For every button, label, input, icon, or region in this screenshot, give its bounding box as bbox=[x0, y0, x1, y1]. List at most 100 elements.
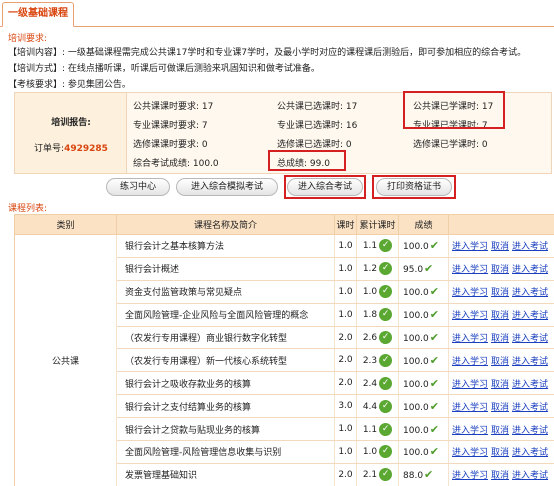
enter-exam-link[interactable]: 进入考试 bbox=[512, 380, 548, 390]
course-score: 100.0✔ bbox=[398, 326, 449, 350]
check-circle-icon: ✓ bbox=[379, 399, 393, 413]
course-score: 100.0✔ bbox=[398, 417, 449, 442]
order-number-value: 4929285 bbox=[64, 144, 108, 154]
course-score: 100.0✔ bbox=[398, 234, 449, 258]
cancel-link[interactable]: 取消 bbox=[491, 448, 509, 458]
cancel-link[interactable]: 取消 bbox=[491, 311, 509, 321]
course-name: （农发行专用课程）新一代核心系统转型 bbox=[116, 348, 335, 373]
enter-study-link[interactable]: 进入学习 bbox=[452, 448, 488, 458]
enter-exam-link[interactable]: 进入考试 bbox=[512, 334, 548, 344]
requirement-assessment: 【考核要求】: 参见集团公告。 bbox=[8, 77, 131, 90]
course-cumulative: 1.8 ✓ bbox=[356, 303, 399, 327]
enter-study-link[interactable]: 进入学习 bbox=[452, 426, 488, 436]
enter-study-link[interactable]: 进入学习 bbox=[452, 288, 488, 298]
enter-study-link[interactable]: 进入学习 bbox=[452, 265, 488, 275]
enter-study-link[interactable]: 进入学习 bbox=[452, 471, 488, 481]
check-circle-icon: ✓ bbox=[379, 308, 393, 322]
enter-exam-link[interactable]: 进入考试 bbox=[512, 265, 548, 275]
course-hours: 1.0 bbox=[334, 303, 357, 327]
score-value: 100.0 bbox=[403, 448, 429, 459]
course-actions: 进入学习 取消 进入考试 bbox=[448, 303, 554, 327]
course-score: 100.0✔ bbox=[398, 440, 449, 464]
score-value: 100.0 bbox=[403, 425, 429, 436]
cancel-link[interactable]: 取消 bbox=[491, 242, 509, 252]
table-row: 公共课 银行会计之基本核算方法 1.0 1.1 ✓ 100.0✔ 进入学习 取消 进入考试 bbox=[14, 234, 554, 486]
checkmark-icon: ✔ bbox=[429, 353, 439, 367]
score-value: 88.0 bbox=[403, 471, 424, 482]
public-required: 公共课课时要求: 17 bbox=[133, 102, 214, 112]
print-certificate-button[interactable]: 打印资格证书 bbox=[376, 178, 452, 196]
course-list-title: 课程列表: bbox=[8, 204, 48, 214]
enter-exam-link[interactable]: 进入考试 bbox=[512, 403, 548, 413]
col-score: 成绩 bbox=[398, 214, 449, 235]
cancel-link[interactable]: 取消 bbox=[491, 380, 509, 390]
practice-center-button[interactable]: 练习中心 bbox=[106, 178, 170, 196]
check-circle-icon: ✓ bbox=[379, 239, 393, 253]
order-number: 订单号:4929285 bbox=[15, 141, 127, 154]
check-circle-icon: ✓ bbox=[379, 468, 393, 482]
course-actions: 进入学习 取消 进入考试 bbox=[448, 417, 554, 442]
cumulative-value: 1.8 bbox=[362, 310, 378, 321]
public-selected: 公共课已选课时: 17 bbox=[277, 102, 358, 112]
course-name: 全面风险管理-风险管理信息收集与识别 bbox=[116, 440, 335, 464]
tab-basic-course[interactable]: 一级基础课程 bbox=[2, 2, 74, 27]
checkmark-icon: ✔ bbox=[429, 239, 439, 253]
course-cumulative: 2.1 ✓ bbox=[356, 463, 399, 486]
enter-study-link[interactable]: 进入学习 bbox=[452, 380, 488, 390]
enter-study-link[interactable]: 进入学习 bbox=[452, 242, 488, 252]
course-hours: 1.0 bbox=[334, 234, 357, 258]
cancel-link[interactable]: 取消 bbox=[491, 288, 509, 298]
mock-exam-button[interactable]: 进入综合模拟考试 bbox=[176, 178, 278, 196]
cancel-link[interactable]: 取消 bbox=[491, 471, 509, 481]
checkmark-icon: ✔ bbox=[429, 308, 439, 322]
enter-exam-link[interactable]: 进入考试 bbox=[512, 471, 548, 481]
enter-exam-link[interactable]: 进入考试 bbox=[512, 288, 548, 298]
course-actions: 进入学习 取消 进入考试 bbox=[448, 257, 554, 281]
course-hours: 2.0 bbox=[334, 348, 357, 373]
highlight-total-box bbox=[268, 150, 346, 171]
check-circle-icon: ✓ bbox=[379, 331, 393, 344]
course-hours: 1.0 bbox=[334, 257, 357, 281]
exam-score: 综合考试成绩: 100.0 bbox=[133, 159, 219, 169]
course-actions: 进入学习 取消 进入考试 bbox=[448, 463, 554, 486]
enter-exam-link[interactable]: 进入考试 bbox=[512, 426, 548, 436]
category-cell: 公共课 bbox=[14, 234, 117, 486]
score-value: 100.0 bbox=[403, 311, 429, 322]
course-score: 100.0✔ bbox=[398, 303, 449, 327]
requirement-method: 【培训方式】: 在线点播听课，听课后可做课后测验来巩固知识和做考试准备。 bbox=[8, 61, 320, 74]
elective-learned: 选修课已学课时: 0 bbox=[413, 140, 488, 150]
checkmark-icon: ✔ bbox=[429, 331, 439, 344]
enter-exam-link[interactable]: 进入考试 bbox=[512, 242, 548, 252]
cancel-link[interactable]: 取消 bbox=[491, 403, 509, 413]
cancel-link[interactable]: 取消 bbox=[491, 426, 509, 436]
enter-study-link[interactable]: 进入学习 bbox=[452, 403, 488, 413]
course-actions: 进入学习 取消 进入考试 bbox=[448, 234, 554, 258]
enter-exam-link[interactable]: 进入考试 bbox=[512, 311, 548, 321]
col-course-name: 课程名称及简介 bbox=[116, 214, 335, 235]
course-cumulative: 1.1 ✓ bbox=[356, 234, 399, 258]
requirements-title: 培训要求: bbox=[8, 34, 48, 44]
course-hours: 2.0 bbox=[334, 463, 357, 486]
enter-study-link[interactable]: 进入学习 bbox=[452, 334, 488, 344]
cumulative-value: 1.2 bbox=[362, 264, 378, 275]
score-value: 100.0 bbox=[403, 242, 429, 253]
course-actions: 进入学习 取消 进入考试 bbox=[448, 394, 554, 419]
elective-required: 选修课课时要求: 0 bbox=[133, 140, 208, 150]
cumulative-value: 2.3 bbox=[362, 355, 378, 366]
course-score: 100.0✔ bbox=[398, 280, 449, 304]
course-actions: 进入学习 取消 进入考试 bbox=[448, 280, 554, 304]
checkmark-icon: ✔ bbox=[429, 422, 439, 436]
enter-exam-link[interactable]: 进入考试 bbox=[512, 448, 548, 458]
cancel-link[interactable]: 取消 bbox=[491, 357, 509, 367]
enter-exam-link[interactable]: 进入考试 bbox=[512, 357, 548, 367]
cancel-link[interactable]: 取消 bbox=[491, 265, 509, 275]
course-name: （农发行专用课程）商业银行数字化转型 bbox=[116, 326, 335, 350]
cancel-link[interactable]: 取消 bbox=[491, 334, 509, 344]
score-value: 100.0 bbox=[403, 402, 429, 413]
enter-exam-button[interactable]: 进入综合考试 bbox=[287, 178, 363, 196]
course-cumulative: 1.0 ✓ bbox=[356, 280, 399, 304]
score-value: 100.0 bbox=[403, 288, 429, 299]
course-name: 银行会计之吸收存款业务的核算 bbox=[116, 371, 335, 396]
enter-study-link[interactable]: 进入学习 bbox=[452, 357, 488, 367]
enter-study-link[interactable]: 进入学习 bbox=[452, 311, 488, 321]
